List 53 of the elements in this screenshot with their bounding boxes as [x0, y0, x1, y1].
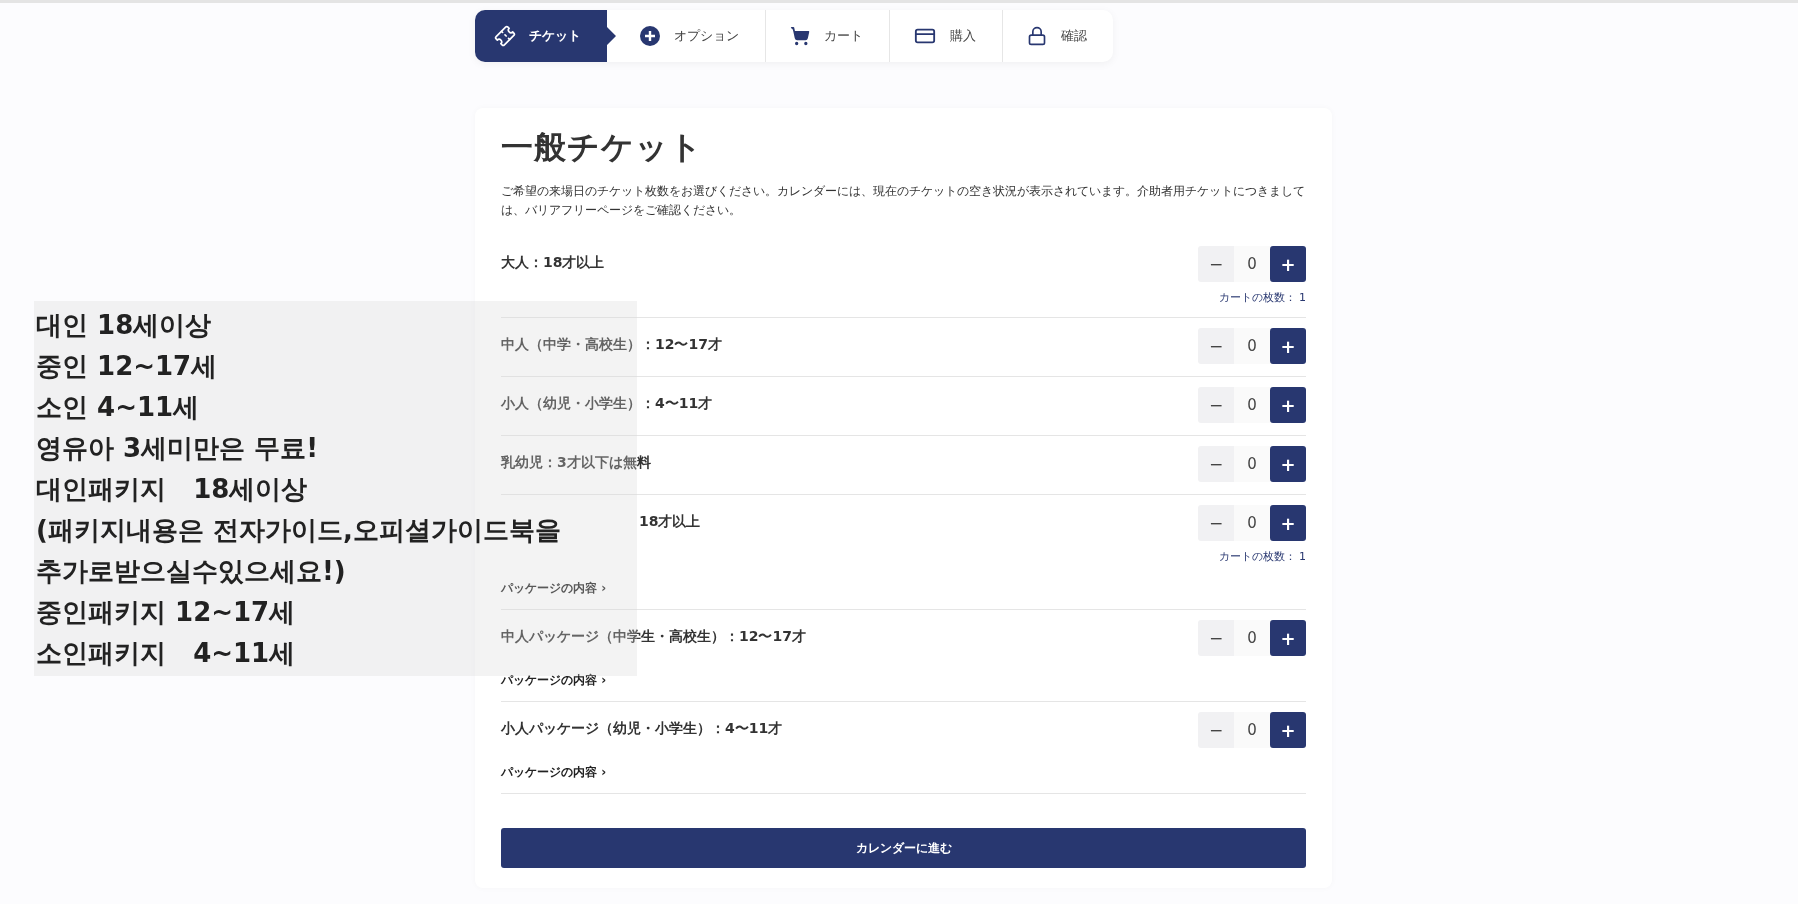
note-line: 중인 12~17세 — [36, 350, 218, 383]
step-tab[interactable]: オプション — [616, 10, 766, 62]
ticket-count: 0 — [1234, 387, 1270, 423]
note-line: (패키지내용은 전자가이드,오피셜가이드북을 — [36, 514, 561, 547]
plus-button[interactable]: + — [1270, 505, 1306, 541]
plus-button[interactable]: + — [1270, 712, 1306, 748]
plus-button[interactable]: + — [1270, 328, 1306, 364]
plus-icon — [640, 26, 660, 46]
minus-button[interactable]: − — [1198, 387, 1234, 423]
minus-button[interactable]: − — [1198, 712, 1234, 748]
ticket-count: 0 — [1234, 446, 1270, 482]
ticket-count: 0 — [1234, 712, 1270, 748]
lock-icon — [1027, 26, 1047, 46]
note-line: 중인패키지 12~17세 — [36, 596, 296, 629]
minus-button[interactable]: − — [1198, 328, 1234, 364]
plus-button[interactable]: + — [1270, 387, 1306, 423]
ticket-count: 0 — [1234, 246, 1270, 282]
step-tab[interactable]: 購入 — [890, 10, 1003, 62]
package-contents-link[interactable]: パッケージの内容 › — [501, 580, 607, 597]
note-line: 대인 18세이상 — [36, 309, 212, 342]
minus-button[interactable]: − — [1198, 620, 1234, 656]
note-line: 영유아 3세미만은 무료! — [36, 432, 319, 465]
note-line: 소인 4~11세 — [36, 391, 200, 424]
package-contents-link[interactable]: パッケージの内容 › — [501, 672, 607, 689]
package-contents-link[interactable]: パッケージの内容 › — [501, 764, 607, 781]
step-tab[interactable]: 確認 — [1003, 10, 1113, 62]
cart-count: カートの枚数： 1 — [1218, 549, 1306, 564]
plus-button[interactable]: + — [1270, 620, 1306, 656]
minus-button[interactable]: − — [1198, 505, 1234, 541]
ticket-label: 18才以上 — [639, 512, 701, 531]
step-tab[interactable]: チケット — [475, 10, 616, 62]
proceed-button[interactable]: カレンダーに進む — [501, 828, 1306, 868]
plus-button[interactable]: + — [1270, 446, 1306, 482]
plus-button[interactable]: + — [1270, 246, 1306, 282]
ticket-label: 小人パッケージ（幼児・小学生）：4〜11才 — [501, 719, 783, 738]
cart-icon — [790, 26, 810, 46]
minus-button[interactable]: − — [1198, 446, 1234, 482]
note-line: 대인패키지 18세이상 — [36, 473, 308, 506]
card-title: 一般チケット — [501, 127, 704, 168]
note-line: 추가로받으실수있으세요!) — [36, 555, 346, 588]
ticket-count: 0 — [1234, 505, 1270, 541]
ticket-label: 中人（中学・高校生）：12〜17才 — [501, 335, 722, 354]
ticket-count: 0 — [1234, 620, 1270, 656]
ticket-label: 大人：18才以上 — [501, 253, 605, 272]
ticket-count: 0 — [1234, 328, 1270, 364]
minus-button[interactable]: − — [1198, 246, 1234, 282]
cart-count: カートの枚数： 1 — [1218, 290, 1306, 305]
ticket-label: 中人パッケージ（中学生・高校生）：12〜17才 — [501, 627, 806, 646]
ticket-label: 乳幼児：3才以下は無料 — [501, 453, 651, 472]
description: ご希望の来場日のチケット枚数をお選びください。カレンダーには、現在のチケットの空き状況が表示されています。介助者用チケットにつきましては、バリアフリーページをご確認ください。 — [501, 183, 1306, 219]
step-tab[interactable]: カート — [766, 10, 890, 62]
note-line: 소인패키지 4~11세 — [36, 637, 296, 670]
ticket-label: 小人（幼児・小学生）：4〜11才 — [501, 394, 713, 413]
